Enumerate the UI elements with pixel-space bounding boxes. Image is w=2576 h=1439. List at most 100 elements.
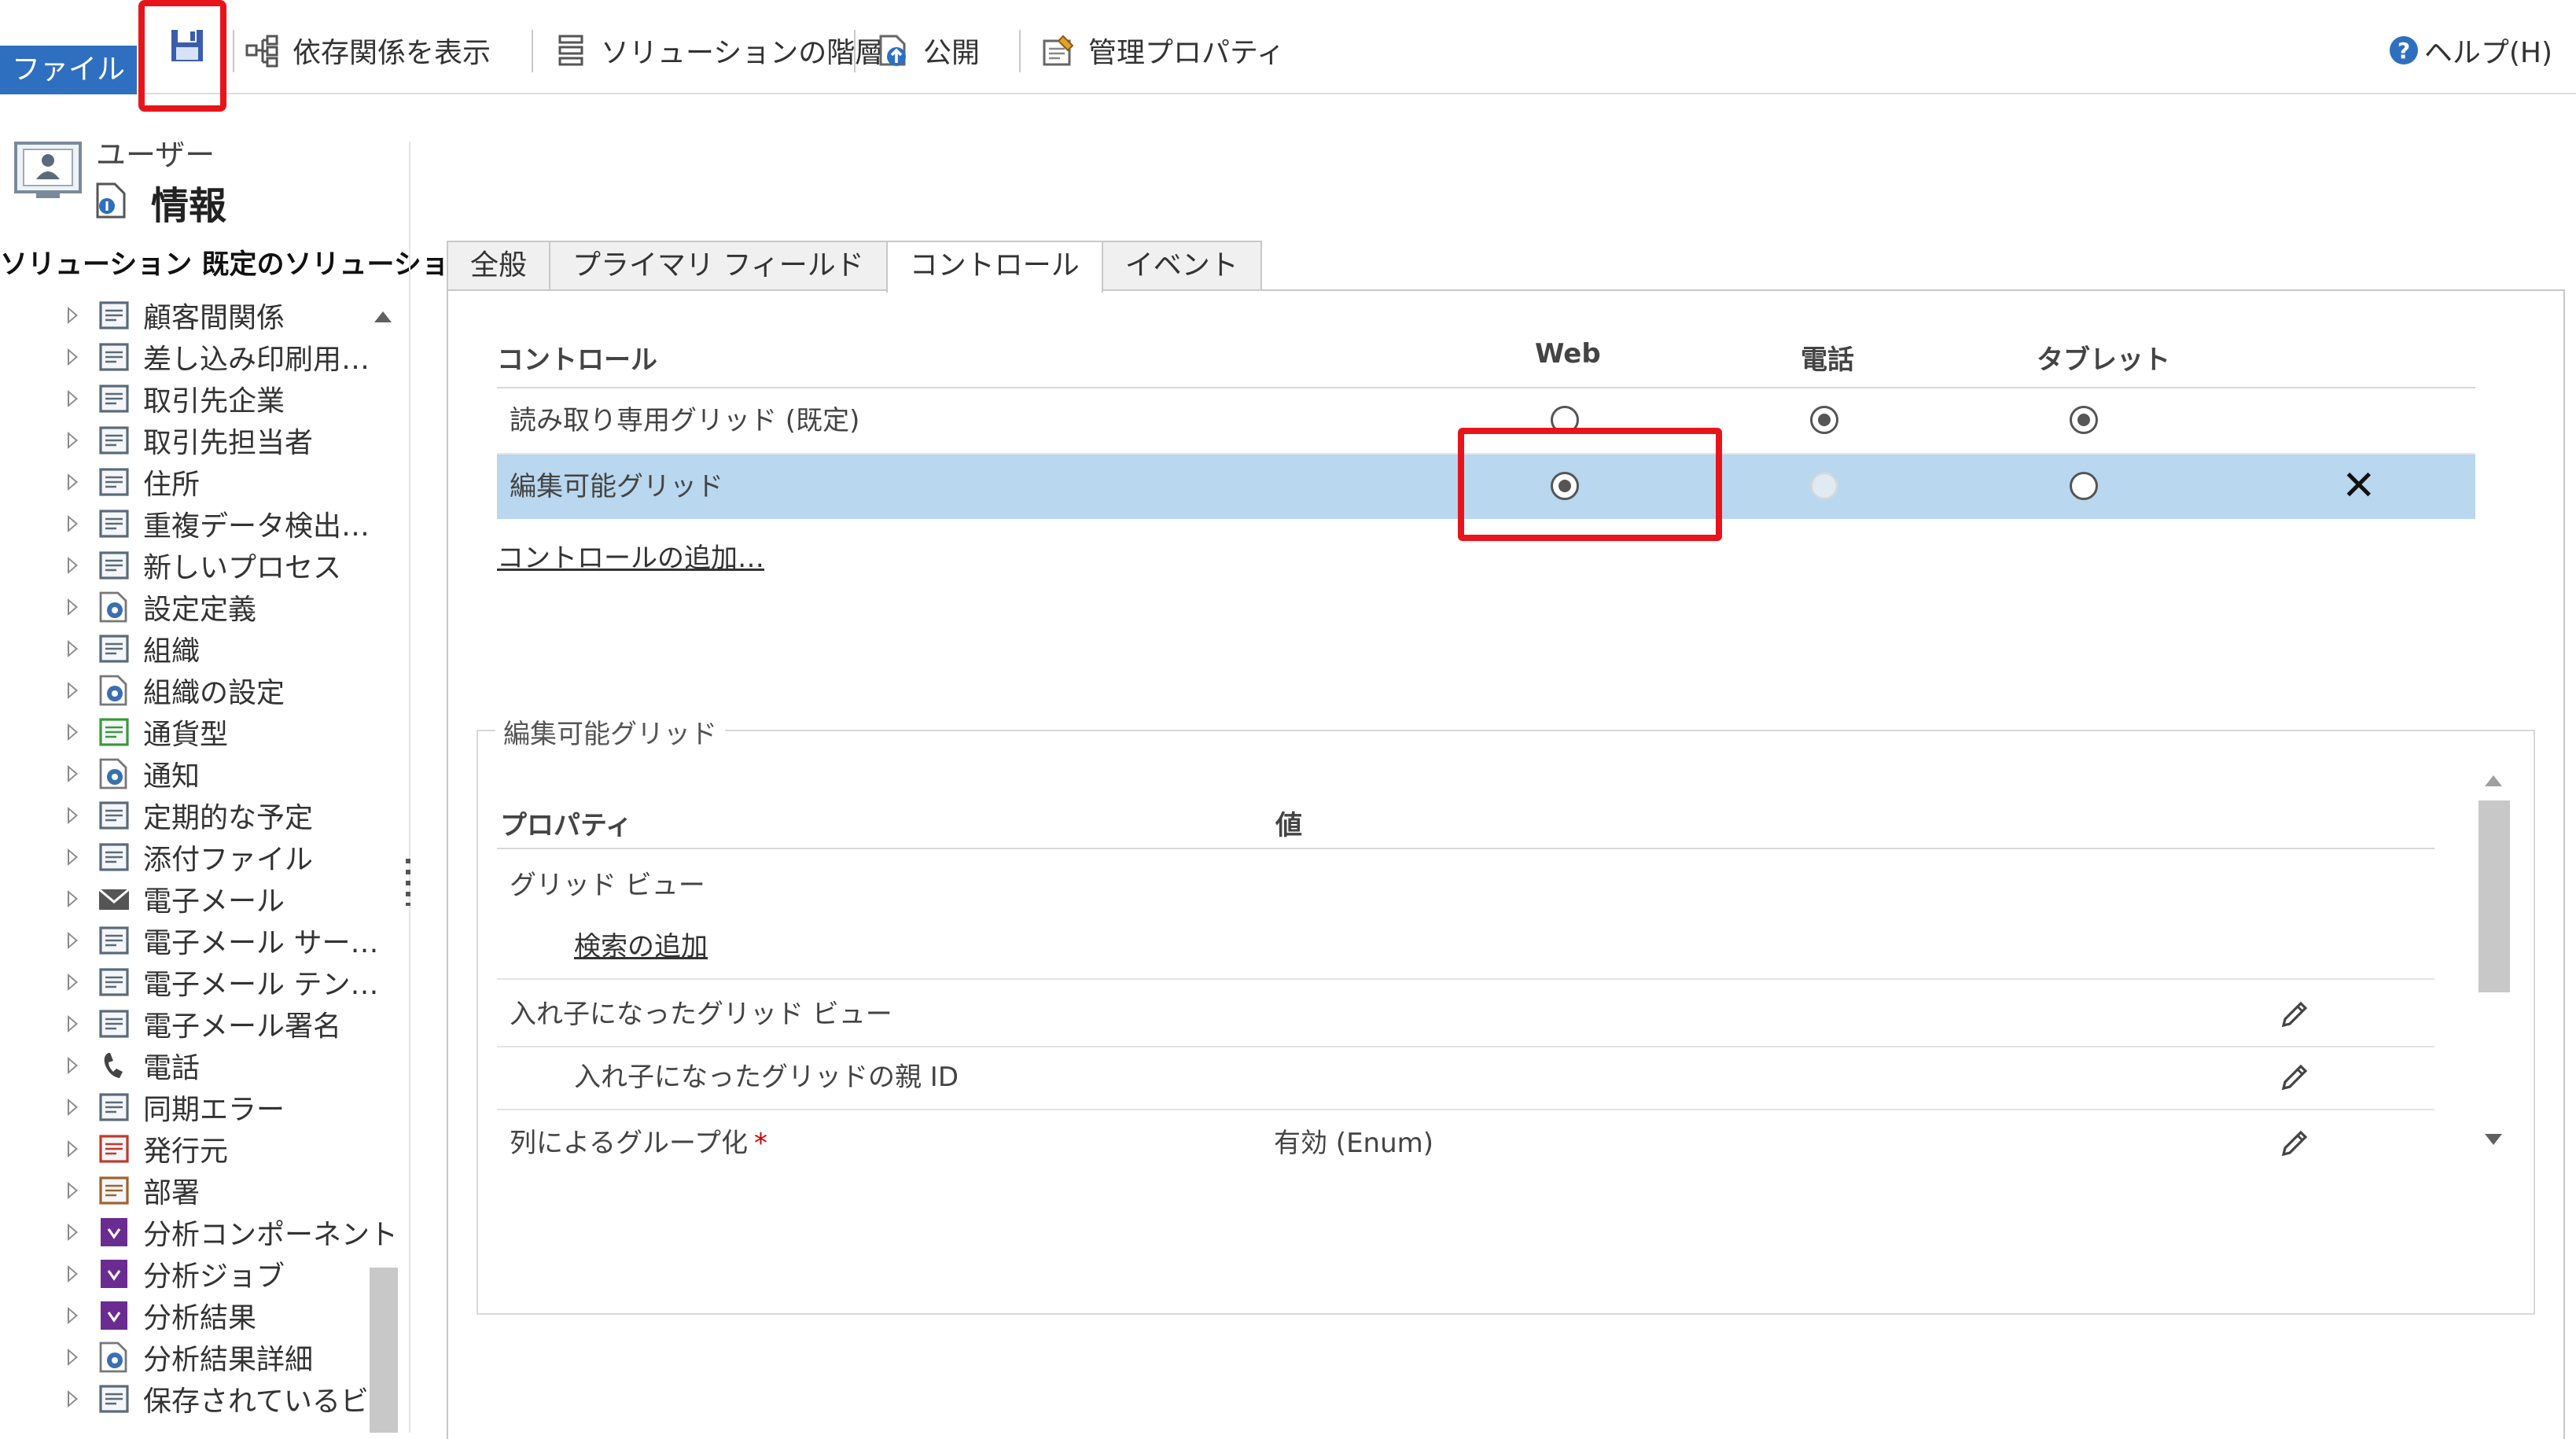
tree-scroll-up-arrow[interactable] xyxy=(374,311,392,322)
tree-item[interactable]: 顧客間関係 xyxy=(0,294,393,336)
expand-arrow-icon[interactable] xyxy=(68,1306,78,1324)
pencil-edit-icon[interactable] xyxy=(2277,997,2312,1032)
expand-arrow-icon[interactable] xyxy=(68,514,78,532)
tree-item[interactable]: 重複データ検出… xyxy=(0,502,393,544)
tree-item-label: 組織 xyxy=(143,635,201,668)
expand-arrow-icon[interactable] xyxy=(68,1098,78,1116)
tree-item[interactable]: 分析結果詳細 xyxy=(0,1336,393,1378)
expand-arrow-icon[interactable] xyxy=(68,931,78,949)
solution-layers-button[interactable]: ソリューションの階層 xyxy=(554,24,883,77)
pencil-edit-icon[interactable] xyxy=(2277,1126,2312,1161)
tree-item[interactable]: 電子メール テン… xyxy=(0,961,393,1003)
show-dependencies-button[interactable]: 依存関係を表示 xyxy=(245,24,491,77)
properties-scroll-up-arrow[interactable] xyxy=(2485,775,2502,786)
tree-item[interactable]: 保存されているビ… xyxy=(0,1378,393,1419)
expand-arrow-icon[interactable] xyxy=(68,1056,78,1074)
email-icon xyxy=(98,888,130,910)
expand-arrow-icon[interactable] xyxy=(68,431,78,449)
expand-arrow-icon[interactable] xyxy=(68,306,78,324)
tree-item-label: 同期エラー xyxy=(143,1093,285,1126)
tree-item[interactable]: 電子メール xyxy=(0,878,393,919)
expand-arrow-icon[interactable] xyxy=(68,1181,78,1199)
pencil-edit-icon[interactable] xyxy=(2277,1060,2312,1095)
tablet-radio[interactable] xyxy=(2070,406,2098,434)
tree-item[interactable]: 分析結果 xyxy=(0,1294,393,1336)
tree-item[interactable]: 発行元 xyxy=(0,1128,393,1169)
tab-general[interactable]: 全般 xyxy=(447,241,551,289)
tree-item[interactable]: 同期エラー xyxy=(0,1086,393,1128)
ribbon-separator xyxy=(854,30,856,72)
file-tab-button[interactable]: ファイル xyxy=(0,46,137,94)
address-icon xyxy=(99,467,129,496)
properties-scrollbar-thumb[interactable] xyxy=(2478,800,2510,992)
expand-arrow-icon[interactable] xyxy=(68,389,78,407)
tree-item[interactable]: 通知 xyxy=(0,753,393,794)
tablet-radio[interactable] xyxy=(2070,472,2098,500)
tree-item[interactable]: 組織 xyxy=(0,627,393,669)
currency-icon xyxy=(99,717,129,746)
sidebar-splitter-handle[interactable] xyxy=(406,859,410,906)
add-lookup-link[interactable]: 検索の追加 xyxy=(574,915,708,978)
expand-arrow-icon[interactable] xyxy=(68,973,78,991)
tree-item[interactable]: 分析コンポーネント xyxy=(0,1211,393,1253)
sync-error-icon xyxy=(99,1092,129,1121)
svg-text:?: ? xyxy=(2398,38,2410,64)
saved-view-icon xyxy=(99,1384,129,1413)
tree-item[interactable]: 通貨型 xyxy=(0,711,393,753)
tree-item[interactable]: 電話 xyxy=(0,1044,393,1086)
expand-arrow-icon[interactable] xyxy=(68,348,78,366)
expand-arrow-icon[interactable] xyxy=(68,1264,78,1283)
expand-arrow-icon[interactable] xyxy=(68,723,78,741)
tab-primary-field[interactable]: プライマリ フィールド xyxy=(549,241,888,289)
expand-arrow-icon[interactable] xyxy=(68,1348,78,1366)
tree-item[interactable]: 設定定義 xyxy=(0,586,393,627)
settings-icon xyxy=(99,1341,127,1372)
tree-item[interactable]: 取引先企業 xyxy=(0,377,393,419)
tree-item[interactable]: 定期的な予定 xyxy=(0,794,393,836)
expand-arrow-icon[interactable] xyxy=(68,848,78,866)
expand-arrow-icon[interactable] xyxy=(68,639,78,657)
save-button-highlight xyxy=(138,0,226,112)
tree-item-label: 部署 xyxy=(143,1176,201,1209)
property-value: 有効 (Enum) xyxy=(1274,1128,1434,1159)
properties-scroll-down-arrow[interactable] xyxy=(2485,1134,2502,1145)
tree-item[interactable]: 取引先担当者 xyxy=(0,419,393,461)
expand-arrow-icon[interactable] xyxy=(68,889,78,907)
tree-scrollbar-thumb[interactable] xyxy=(370,1268,398,1433)
expand-arrow-icon[interactable] xyxy=(68,473,78,491)
tree-item[interactable]: 電子メール サー… xyxy=(0,919,393,961)
expand-arrow-icon[interactable] xyxy=(68,598,78,616)
managed-properties-button[interactable]: 管理プロパティ xyxy=(1041,24,1285,77)
tab-controls[interactable]: コントロール xyxy=(885,241,1103,293)
expand-arrow-icon[interactable] xyxy=(68,1014,78,1032)
tree-item[interactable]: 差し込み印刷用… xyxy=(0,336,393,377)
expand-arrow-icon[interactable] xyxy=(68,556,78,574)
tree-item[interactable]: 分析ジョブ xyxy=(0,1253,393,1294)
expand-arrow-icon[interactable] xyxy=(68,1139,78,1157)
tree-item[interactable]: 添付ファイル xyxy=(0,836,393,878)
phone-radio[interactable] xyxy=(1810,406,1838,434)
tree-item[interactable]: 電子メール署名 xyxy=(0,1003,393,1044)
ribbon-separator xyxy=(233,30,234,72)
analysis-icon xyxy=(101,1217,127,1246)
expand-arrow-icon[interactable] xyxy=(68,806,78,824)
add-control-link[interactable]: コントロールの追加… xyxy=(497,536,764,575)
control-name: 編集可能グリッド xyxy=(510,471,723,502)
expand-arrow-icon[interactable] xyxy=(68,681,78,699)
tree-item[interactable]: 組織の設定 xyxy=(0,669,393,711)
tab-events[interactable]: イベント xyxy=(1101,241,1262,289)
ribbon-toolbar: ファイル 依存関係を表示 ソリューションの階層 公開 管理プロパティ ? ヘルプ… xyxy=(0,0,2576,94)
attachment-icon xyxy=(99,842,129,871)
tree-item[interactable]: 住所 xyxy=(0,461,393,502)
expand-arrow-icon[interactable] xyxy=(68,1223,78,1241)
tree-item-label: 電子メール サー… xyxy=(143,926,379,959)
tree-item[interactable]: 新しいプロセス xyxy=(0,544,393,586)
expand-arrow-icon[interactable] xyxy=(68,1389,78,1408)
web-column-header: Web xyxy=(1535,338,1601,370)
tree-item[interactable]: 部署 xyxy=(0,1169,393,1211)
help-button[interactable]: ? ヘルプ(H) xyxy=(2388,24,2552,77)
expand-arrow-icon[interactable] xyxy=(68,764,78,782)
property-header-divider xyxy=(497,848,2434,849)
publish-button[interactable]: 公開 xyxy=(876,24,980,77)
remove-control-icon[interactable]: ✕ xyxy=(2342,466,2376,506)
